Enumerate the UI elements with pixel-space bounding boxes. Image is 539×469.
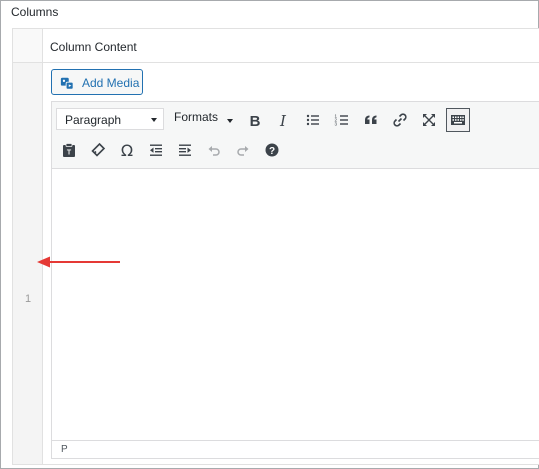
header-column-content: Column Content — [43, 29, 539, 63]
fullscreen-button[interactable] — [417, 108, 441, 132]
keyboard-shortcuts-help-button[interactable]: ? — [260, 138, 284, 162]
paragraph-format-value: Paragraph — [65, 113, 122, 127]
outdent-icon — [150, 144, 162, 156]
formats-label: Formats — [174, 110, 219, 124]
bold-icon: B — [249, 112, 261, 130]
bold-button[interactable]: B — [243, 109, 267, 133]
blockquote-icon — [365, 115, 377, 124]
toolbar-toggle-icon — [451, 115, 465, 125]
clear-formatting-icon — [91, 142, 106, 157]
header-index-cell — [13, 29, 43, 63]
toolbar-toggle-button[interactable] — [446, 108, 470, 132]
undo-button[interactable] — [202, 138, 226, 162]
editor-toolbar: Paragraph Formats B I 1 2 3 T Ω ? — [52, 102, 539, 169]
indent-button[interactable] — [173, 138, 197, 162]
numbered-list-button[interactable]: 1 2 3 — [330, 108, 354, 132]
columns-panel: Columns Column Content 1 Add Media Parag… — [0, 0, 539, 469]
svg-text:?: ? — [269, 146, 275, 157]
bullet-list-icon — [306, 114, 319, 126]
wysiwyg-editor: Paragraph Formats B I 1 2 3 T Ω ? P — [51, 101, 539, 459]
fullscreen-icon — [423, 114, 435, 126]
editor-content-area[interactable] — [52, 169, 539, 440]
special-character-icon: Ω — [120, 140, 134, 160]
chevron-down-icon — [151, 118, 157, 122]
indent-icon — [179, 144, 191, 156]
media-icon — [60, 77, 74, 90]
svg-text:T: T — [67, 150, 72, 157]
annotation-arrow-icon — [37, 256, 120, 268]
column-header-label: Column Content — [50, 40, 137, 54]
columns-table: Column Content 1 Add Media Paragraph For — [12, 28, 539, 465]
italic-icon: I — [280, 112, 286, 130]
svg-text:3: 3 — [335, 122, 338, 127]
clear-formatting-button[interactable] — [86, 138, 110, 162]
add-media-button[interactable]: Add Media — [51, 69, 143, 95]
special-character-button[interactable]: Ω — [115, 138, 139, 162]
chevron-down-icon — [227, 119, 233, 123]
row-number: 1 — [25, 293, 32, 305]
redo-button[interactable] — [231, 138, 255, 162]
help-icon: ? — [265, 143, 279, 157]
bullet-list-button[interactable] — [301, 108, 325, 132]
blockquote-button[interactable] — [359, 108, 383, 132]
editor-statusbar: P — [52, 440, 539, 458]
undo-icon — [208, 146, 220, 156]
paste-text-icon: T — [63, 143, 75, 157]
insert-link-button[interactable] — [388, 108, 412, 132]
add-media-label: Add Media — [82, 76, 140, 90]
paragraph-format-select[interactable]: Paragraph — [56, 108, 164, 130]
italic-button[interactable]: I — [271, 109, 295, 133]
link-icon — [393, 113, 407, 127]
redo-icon — [237, 146, 249, 156]
section-title: Columns — [11, 5, 59, 19]
numbered-list-icon: 1 2 3 — [335, 114, 348, 127]
outdent-button[interactable] — [144, 138, 168, 162]
element-path[interactable]: P — [61, 444, 68, 455]
paste-as-text-button[interactable]: T — [57, 138, 81, 162]
